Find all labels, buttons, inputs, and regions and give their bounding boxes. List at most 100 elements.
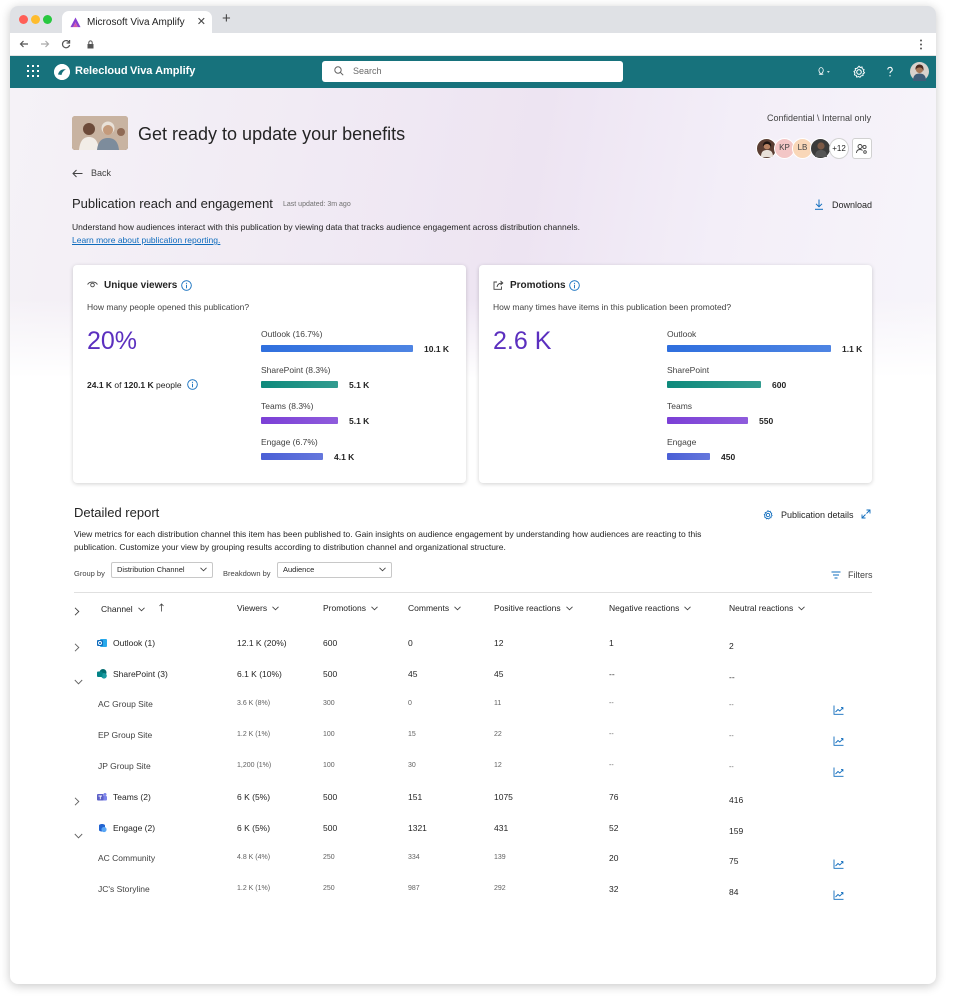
- share-icon: [493, 280, 504, 290]
- column-header-negative-reactions[interactable]: Negative reactions: [609, 603, 692, 613]
- expand-icon[interactable]: [861, 509, 871, 519]
- trend-chart-icon[interactable]: [833, 702, 844, 720]
- sub-channel-name[interactable]: AC Group Site: [98, 699, 153, 709]
- filters-button[interactable]: Filters: [831, 570, 873, 580]
- browser-tab[interactable]: Microsoft Viva Amplify ✕: [62, 11, 212, 33]
- publication-details-button[interactable]: Publication details: [762, 509, 854, 521]
- promotions-question: How many times have items in this public…: [493, 302, 732, 312]
- unique-viewers-card: Unique viewers How many people opened th…: [73, 265, 466, 483]
- cell-positive-reactions: 12: [494, 762, 502, 769]
- unique-viewers-bar[interactable]: [261, 381, 338, 388]
- app-header: Relecloud Viva Amplify Search: [10, 56, 936, 88]
- back-arrow-icon[interactable]: [19, 39, 29, 49]
- app-launcher-icon[interactable]: [27, 65, 39, 77]
- people-settings-icon: [856, 144, 867, 154]
- promotions-bar[interactable]: [667, 381, 761, 388]
- info-icon[interactable]: [186, 379, 198, 390]
- column-header-comments[interactable]: Comments: [408, 603, 461, 613]
- column-header-positive-reactions[interactable]: Positive reactions: [494, 603, 573, 613]
- cell-viewers: 3.6 K (8%): [237, 700, 271, 707]
- column-header-neutral-reactions[interactable]: Neutral reactions: [729, 603, 806, 613]
- channel-name[interactable]: SharePoint (3): [97, 669, 168, 679]
- group-by-label: Group by: [74, 569, 105, 578]
- sub-channel-name[interactable]: JC's Storyline: [98, 884, 150, 894]
- trend-chart-icon[interactable]: [833, 856, 844, 874]
- expand-chevron-icon[interactable]: [74, 793, 80, 811]
- unique-viewers-bar-label: Outlook (16.7%): [261, 329, 323, 339]
- reload-icon[interactable]: [61, 39, 71, 49]
- help-icon[interactable]: [882, 64, 898, 80]
- column-header-channel[interactable]: Channel: [101, 603, 164, 614]
- collaborator-avatar[interactable]: [810, 138, 831, 159]
- breakdown-by-dropdown[interactable]: Audience: [277, 562, 392, 578]
- brand-name[interactable]: Relecloud: [75, 65, 128, 77]
- promotions-bar[interactable]: [667, 345, 831, 352]
- trend-chart-icon[interactable]: [833, 764, 844, 782]
- product-name[interactable]: Viva Amplify: [130, 65, 195, 77]
- sub-channel-name[interactable]: EP Group Site: [98, 730, 152, 740]
- trend-chart-icon[interactable]: [833, 887, 844, 905]
- channel-name[interactable]: Outlook (1): [97, 638, 155, 648]
- search-input[interactable]: Search: [322, 61, 623, 82]
- cell-negative-reactions: --: [609, 669, 615, 679]
- settings-gear-icon[interactable]: [851, 64, 867, 80]
- publication-details-label: Publication details: [781, 510, 854, 520]
- unique-viewers-bar-value: 4.1 K: [334, 452, 355, 462]
- user-avatar[interactable]: [910, 62, 929, 81]
- maximize-window-dot[interactable]: [43, 15, 52, 24]
- unique-viewers-bar[interactable]: [261, 417, 338, 424]
- channel-name[interactable]: Teams (2): [97, 792, 151, 802]
- people-reached: 24.1 K of 120.1 K people: [87, 379, 198, 390]
- manage-people-button[interactable]: [852, 138, 872, 159]
- cell-promotions: 600: [323, 638, 338, 648]
- collapse-chevron-icon[interactable]: [74, 826, 83, 844]
- search-placeholder: Search: [353, 66, 382, 76]
- info-icon[interactable]: [181, 280, 192, 291]
- detailed-report-title: Detailed report: [74, 505, 160, 520]
- premium-icon[interactable]: [816, 64, 832, 80]
- viva-amplify-logo-icon: [70, 16, 81, 27]
- browser-tab-bar: Microsoft Viva Amplify ✕ +: [10, 6, 936, 33]
- group-by-dropdown[interactable]: Distribution Channel: [111, 562, 213, 578]
- cell-negative-reactions: 20: [609, 853, 619, 863]
- more-collaborators-count[interactable]: +12: [829, 138, 849, 159]
- cell-positive-reactions: 12: [494, 638, 504, 648]
- cell-viewers: 6 K (5%): [237, 823, 271, 833]
- unique-viewers-bar[interactable]: [261, 453, 323, 460]
- info-icon[interactable]: [569, 280, 580, 291]
- download-button[interactable]: Download: [814, 199, 872, 210]
- learn-more-link[interactable]: Learn more about publication reporting.: [72, 235, 220, 245]
- publication-thumbnail: [72, 116, 128, 150]
- sub-channel-name[interactable]: AC Community: [98, 853, 155, 863]
- cell-comments: 334: [408, 854, 420, 861]
- forward-arrow-icon[interactable]: [40, 39, 50, 49]
- trend-chart-icon[interactable]: [833, 733, 844, 751]
- column-header-viewers[interactable]: Viewers: [237, 603, 279, 613]
- browser-menu-icon[interactable]: [919, 39, 923, 50]
- channel-name[interactable]: Engage (2): [97, 823, 155, 833]
- back-link[interactable]: Back: [72, 168, 111, 178]
- breakdown-by-value: Audience: [283, 565, 315, 574]
- cell-viewers: 6.1 K (10%): [237, 669, 282, 679]
- expand-chevron-icon[interactable]: [74, 639, 80, 657]
- expand-all-chevron-icon[interactable]: [74, 603, 80, 621]
- address-bar: [10, 33, 936, 56]
- promotions-bar[interactable]: [667, 417, 748, 424]
- sub-channel-name[interactable]: JP Group Site: [98, 761, 151, 771]
- unique-viewers-bar[interactable]: [261, 345, 413, 352]
- promotions-bar-value: 1.1 K: [842, 344, 863, 354]
- column-header-promotions[interactable]: Promotions: [323, 603, 378, 613]
- minimize-window-dot[interactable]: [31, 15, 40, 24]
- close-window-dot[interactable]: [19, 15, 28, 24]
- sort-ascending-icon[interactable]: [154, 603, 164, 614]
- sensitivity-label[interactable]: Confidential \ Internal only: [767, 113, 871, 123]
- people-count: 24.1 K: [87, 379, 113, 390]
- promotions-bar-value: 450: [721, 452, 736, 462]
- unique-viewers-question: How many people opened this publication?: [87, 302, 250, 312]
- new-tab-button[interactable]: +: [222, 10, 231, 27]
- promotions-bar[interactable]: [667, 453, 710, 460]
- cell-positive-reactions: 1075: [494, 792, 513, 802]
- cell-promotions: 500: [323, 823, 338, 833]
- tab-close-icon[interactable]: ✕: [197, 15, 206, 28]
- collapse-chevron-icon[interactable]: [74, 672, 83, 690]
